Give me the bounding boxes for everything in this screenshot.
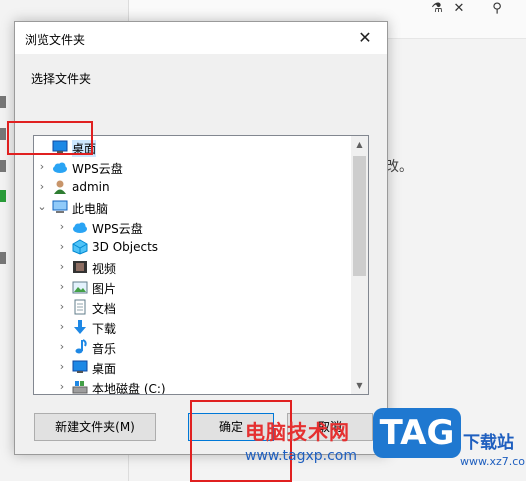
music-note-icon	[72, 339, 88, 355]
pin-icon[interactable]: ⚲	[485, 0, 509, 18]
tree-item-label: 此电脑	[72, 202, 109, 216]
tree-item[interactable]: › 下载	[34, 317, 350, 337]
edge-mark	[0, 190, 6, 202]
video-icon	[72, 259, 88, 275]
chevron-right-icon[interactable]: ›	[56, 300, 68, 314]
chevron-right-icon[interactable]: ›	[56, 220, 68, 234]
scroll-up-arrow-icon[interactable]: ▲	[351, 136, 368, 153]
watermark-site: 下载站	[463, 433, 514, 453]
vertical-scrollbar[interactable]: ▲ ▼	[351, 136, 368, 394]
dialog-title: 浏览文件夹	[25, 33, 86, 47]
chevron-right-icon[interactable]: ›	[56, 360, 68, 374]
tree-item[interactable]: ⌄ 此电脑	[34, 197, 350, 217]
chevron-right-icon[interactable]: ›	[36, 180, 48, 194]
highlight-box-desktop	[7, 121, 93, 155]
close-icon[interactable]: ✕	[447, 0, 471, 18]
scrollbar-thumb[interactable]	[353, 156, 366, 276]
tree-item[interactable]: › 文档	[34, 297, 350, 317]
tree-item-label: 桌面	[92, 362, 117, 376]
computer-icon	[52, 199, 68, 215]
tree-item[interactable]: › WPS云盘	[34, 157, 350, 177]
chevron-right-icon[interactable]: ›	[56, 320, 68, 334]
desktop-icon	[72, 359, 88, 375]
chevron-right-icon[interactable]: ›	[56, 240, 68, 254]
chevron-right-icon[interactable]: ›	[56, 260, 68, 274]
cloud-icon	[72, 219, 88, 235]
tree-item-label: 视频	[92, 262, 117, 276]
tree-item-label: 本地磁盘 (C:)	[92, 382, 166, 394]
tree-item[interactable]: › 本地磁盘 (C:)	[34, 377, 350, 394]
download-arrow-icon	[72, 319, 88, 335]
tree-item[interactable]: › 图片	[34, 277, 350, 297]
chevron-right-icon[interactable]: ›	[36, 160, 48, 174]
disk-icon	[72, 379, 88, 394]
tree-item-label: 文档	[92, 302, 117, 316]
folder-tree-list: 桌面 › WPS云盘 › admin ⌄ 此电脑 › WPS云盘 › 3D Objects › 视频 › 图…	[34, 136, 350, 394]
chevron-right-icon[interactable]: ›	[56, 380, 68, 394]
tree-item-label: WPS云盘	[92, 222, 143, 236]
watermark-url: www.tagxp.com	[245, 448, 357, 464]
cube-icon	[72, 239, 88, 255]
watermark-brand: 电脑技术网	[245, 420, 350, 444]
tree-item[interactable]: › 桌面	[34, 357, 350, 377]
background-text: 改。	[385, 159, 413, 175]
tree-item-label: WPS云盘	[72, 162, 123, 176]
edge-mark	[0, 160, 6, 172]
tree-item[interactable]: › 视频	[34, 257, 350, 277]
tree-item[interactable]: › WPS云盘	[34, 217, 350, 237]
user-icon	[52, 179, 68, 195]
chevron-right-icon[interactable]: ›	[56, 280, 68, 294]
picture-icon	[72, 279, 88, 295]
watermark-tag-logo: TAG	[373, 408, 461, 458]
flask-icon[interactable]: ⚗	[425, 0, 449, 18]
chevron-down-icon[interactable]: ⌄	[36, 200, 48, 214]
watermark-site-url: www.xz7.com	[460, 455, 526, 468]
chevron-right-icon[interactable]: ›	[56, 340, 68, 354]
tree-item-label: 下载	[92, 322, 117, 336]
dialog-prompt: 选择文件夹	[31, 72, 92, 86]
tree-item[interactable]: › 音乐	[34, 337, 350, 357]
document-icon	[72, 299, 88, 315]
tree-item-label: 音乐	[92, 342, 117, 356]
edge-mark	[0, 96, 6, 108]
edge-mark	[0, 252, 6, 264]
dialog-title-bar: 浏览文件夹 ✕	[15, 22, 387, 54]
folder-tree[interactable]: 桌面 › WPS云盘 › admin ⌄ 此电脑 › WPS云盘 › 3D Objects › 视频 › 图…	[33, 135, 369, 395]
browse-folder-dialog: 浏览文件夹 ✕ 选择文件夹 桌面 › WPS云盘 › admin ⌄ 此电脑 › WPS云盘 › 3…	[14, 21, 388, 455]
close-button[interactable]: ✕	[343, 22, 387, 54]
scroll-down-arrow-icon[interactable]: ▼	[351, 377, 368, 394]
tree-item-label: 图片	[92, 282, 117, 296]
tree-item[interactable]: › admin	[34, 177, 350, 197]
edge-mark	[0, 128, 6, 140]
new-folder-button[interactable]: 新建文件夹(M)	[34, 413, 156, 441]
tree-item-label: 3D Objects	[92, 240, 159, 254]
tree-item-label: admin	[72, 180, 110, 194]
tree-item[interactable]: › 3D Objects	[34, 237, 350, 257]
cloud-icon	[52, 159, 68, 175]
